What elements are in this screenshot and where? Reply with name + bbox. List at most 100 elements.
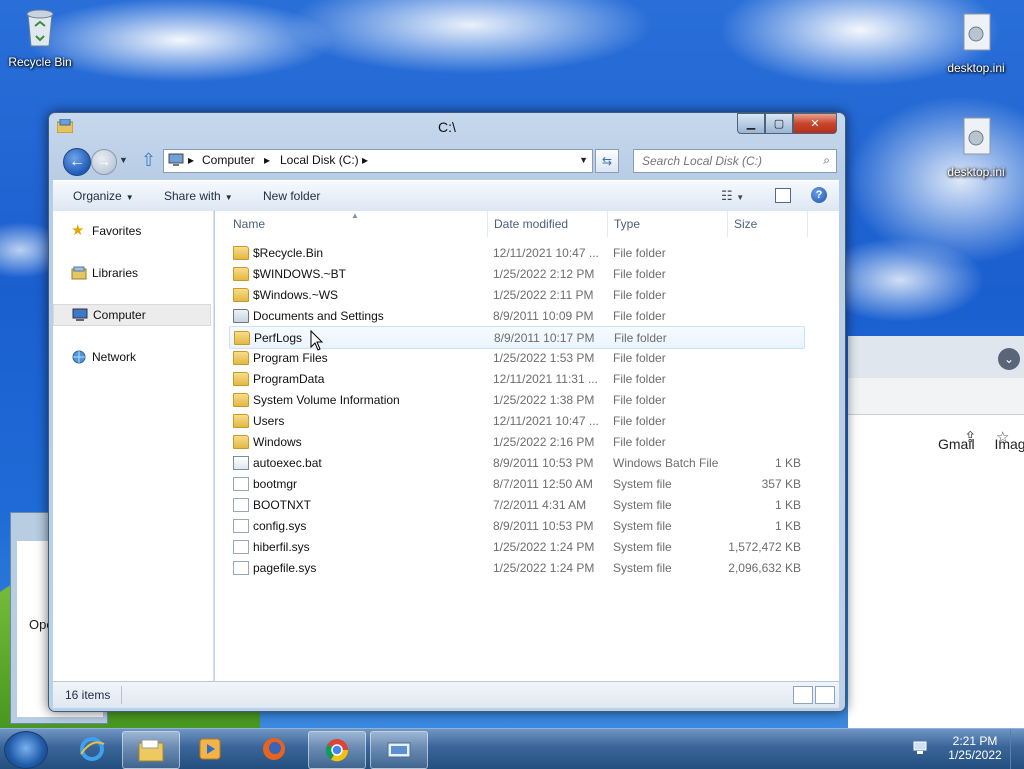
file-name: $Recycle.Bin xyxy=(253,246,324,260)
close-button[interactable]: ✕ xyxy=(793,113,837,134)
file-type: System file xyxy=(613,540,672,554)
nav-item-libraries[interactable]: Libraries xyxy=(53,263,209,283)
gmail-link[interactable]: Gmail xyxy=(938,436,975,452)
up-arrow-icon[interactable]: ⇧ xyxy=(141,151,156,169)
recycle-bin-icon xyxy=(26,9,54,47)
details-view-icon[interactable] xyxy=(793,686,813,704)
file-row[interactable]: pagefile.sys 1/25/2022 1:24 PM System file… xyxy=(229,557,803,578)
column-divider[interactable] xyxy=(807,211,808,237)
window-controls: ▁ ▢ ✕ xyxy=(737,113,837,134)
explorer-window[interactable]: C:\ ▁ ▢ ✕ ← → ▼ ⇧ ▸ Computer ▸ Local Dis… xyxy=(48,112,846,712)
back-button[interactable]: ← xyxy=(63,148,91,176)
breadcrumb-computer[interactable]: Computer xyxy=(202,153,255,167)
search-icon[interactable]: ⌕ xyxy=(823,153,830,168)
browser-window[interactable]: ⌄ ⇪ ☆ Gmail Image xyxy=(848,336,1024,728)
clock-date: 1/25/2022 xyxy=(948,748,1002,762)
nav-item-label: Network xyxy=(92,350,137,364)
file-row[interactable]: $WINDOWS.~BT 1/25/2022 2:12 PM File folder xyxy=(229,263,803,284)
file-row[interactable]: ProgramData 12/11/2021 11:31 ... File fold… xyxy=(229,368,803,389)
file-row[interactable]: Users 12/11/2021 10:47 ... File folder xyxy=(229,410,803,431)
breadcrumb-local-disk[interactable]: Local Disk (C:) xyxy=(280,153,359,167)
help-icon[interactable]: ? xyxy=(811,187,827,203)
forward-button[interactable]: → xyxy=(91,149,117,175)
folder-icon xyxy=(233,267,249,281)
file-row[interactable]: autoexec.bat 8/9/2011 10:53 PM Windows Bat… xyxy=(229,452,803,473)
nav-item-computer[interactable]: Computer xyxy=(53,304,211,326)
images-link[interactable]: Image xyxy=(994,436,1024,452)
computer-icon xyxy=(72,308,88,321)
file-size: 1,572,472 KB xyxy=(728,540,801,554)
maximize-button[interactable]: ▢ xyxy=(765,113,793,134)
address-bar[interactable]: ▸ Computer ▸ Local Disk (C:) ▸ ▼ xyxy=(163,149,593,173)
search-box[interactable]: ⌕ xyxy=(633,149,837,173)
system-file-icon xyxy=(233,498,249,512)
folder-icon xyxy=(233,288,249,302)
preview-pane-icon[interactable] xyxy=(775,188,791,203)
show-desktop-button[interactable] xyxy=(1010,729,1024,769)
file-row[interactable]: hiberfil.sys 1/25/2022 1:24 PM System file… xyxy=(229,536,803,557)
column-header-size[interactable]: Size xyxy=(734,217,757,231)
breadcrumb-separator-icon[interactable]: ▸ xyxy=(264,153,270,167)
file-size: 1 KB xyxy=(774,519,801,533)
column-header-date[interactable]: Date modified xyxy=(494,217,568,231)
column-header-type[interactable]: Type xyxy=(614,217,640,231)
desktop-icon-desktop-ini[interactable]: desktop.ini xyxy=(936,12,1016,75)
file-row[interactable]: Windows 1/25/2022 2:16 PM File folder xyxy=(229,431,803,452)
file-row[interactable]: Documents and Settings 8/9/2011 10:09 PM F… xyxy=(229,305,803,326)
address-dropdown-icon[interactable]: ▼ xyxy=(579,155,588,165)
file-type: File folder xyxy=(613,309,666,323)
file-row[interactable]: BOOTNXT 7/2/2011 4:31 AM System file 1 KB xyxy=(229,494,803,515)
start-button[interactable] xyxy=(4,731,48,769)
taskbar-media-player[interactable] xyxy=(182,731,238,767)
file-row[interactable]: bootmgr 8/7/2011 12:50 AM System file 357 K… xyxy=(229,473,803,494)
large-icons-view-icon[interactable] xyxy=(815,686,835,704)
desktop-icon-label: desktop.ini xyxy=(947,61,1005,75)
taskbar-firefox[interactable] xyxy=(246,731,302,767)
taskbar-file-explorer[interactable] xyxy=(122,731,180,769)
recent-pages-dropdown[interactable]: ▼ xyxy=(119,155,128,165)
minimize-button[interactable]: ▁ xyxy=(737,113,765,134)
taskbar-internet-explorer[interactable] xyxy=(64,731,120,767)
folder-icon xyxy=(233,351,249,365)
file-date-modified: 1/25/2022 2:11 PM xyxy=(493,288,594,302)
file-row[interactable]: $Recycle.Bin 12/11/2021 10:47 ... File fol… xyxy=(229,242,803,263)
network-status-icon[interactable] xyxy=(912,739,930,757)
file-date-modified: 1/25/2022 2:12 PM xyxy=(493,267,595,281)
column-divider[interactable] xyxy=(607,211,608,237)
internet-explorer-icon xyxy=(80,737,105,761)
file-name: Windows xyxy=(253,435,302,449)
share-with-menu[interactable]: Share with ▼ xyxy=(164,189,233,203)
folder-icon xyxy=(233,414,249,428)
window-title: C:\ xyxy=(438,119,456,135)
new-folder-button[interactable]: New folder xyxy=(263,189,320,203)
column-header-name[interactable]: Name xyxy=(233,217,265,231)
file-row[interactable]: System Volume Information 1/25/2022 1:38 … xyxy=(229,389,803,410)
file-type: File folder xyxy=(614,331,667,345)
column-divider[interactable] xyxy=(727,211,728,237)
organize-menu[interactable]: Organize ▼ xyxy=(73,189,134,203)
nav-item-favorites[interactable]: ★ Favorites xyxy=(53,221,209,241)
firefox-icon xyxy=(263,738,285,760)
file-row[interactable]: config.sys 8/9/2011 10:53 PM System file 1 … xyxy=(229,515,803,536)
breadcrumb-separator-icon[interactable]: ▸ xyxy=(188,153,194,167)
refresh-button[interactable]: ⇆ xyxy=(595,149,619,173)
change-view-button[interactable]: ☷ ▼ xyxy=(721,188,744,204)
file-type: Windows Batch File xyxy=(613,456,719,470)
file-size: 1 KB xyxy=(774,456,801,470)
navigation-pane: ★ Favorites Libraries Computer Network xyxy=(53,211,214,681)
file-date-modified: 8/9/2011 10:53 PM xyxy=(493,519,594,533)
chevron-down-icon[interactable]: ⌄ xyxy=(998,348,1020,370)
desktop-icon-desktop-ini-2[interactable]: desktop.ini xyxy=(936,116,1016,179)
desktop-icon-recycle-bin[interactable]: Recycle Bin xyxy=(0,6,80,69)
breadcrumb-separator-icon[interactable]: ▸ xyxy=(362,153,368,167)
batch-file-icon xyxy=(233,456,249,470)
column-divider[interactable] xyxy=(487,211,488,237)
nav-item-network[interactable]: Network xyxy=(53,347,209,367)
chevron-down-icon: ▼ xyxy=(736,193,745,202)
file-row[interactable]: $Windows.~WS 1/25/2022 2:11 PM File folder xyxy=(229,284,803,305)
clock[interactable]: 2:21 PM 1/25/2022 xyxy=(948,734,1002,762)
taskbar-chrome[interactable] xyxy=(308,731,366,769)
taskbar-remote-desktop[interactable] xyxy=(370,731,428,769)
browser-tab-strip: ⌄ xyxy=(848,336,1024,378)
search-input[interactable] xyxy=(640,153,814,169)
